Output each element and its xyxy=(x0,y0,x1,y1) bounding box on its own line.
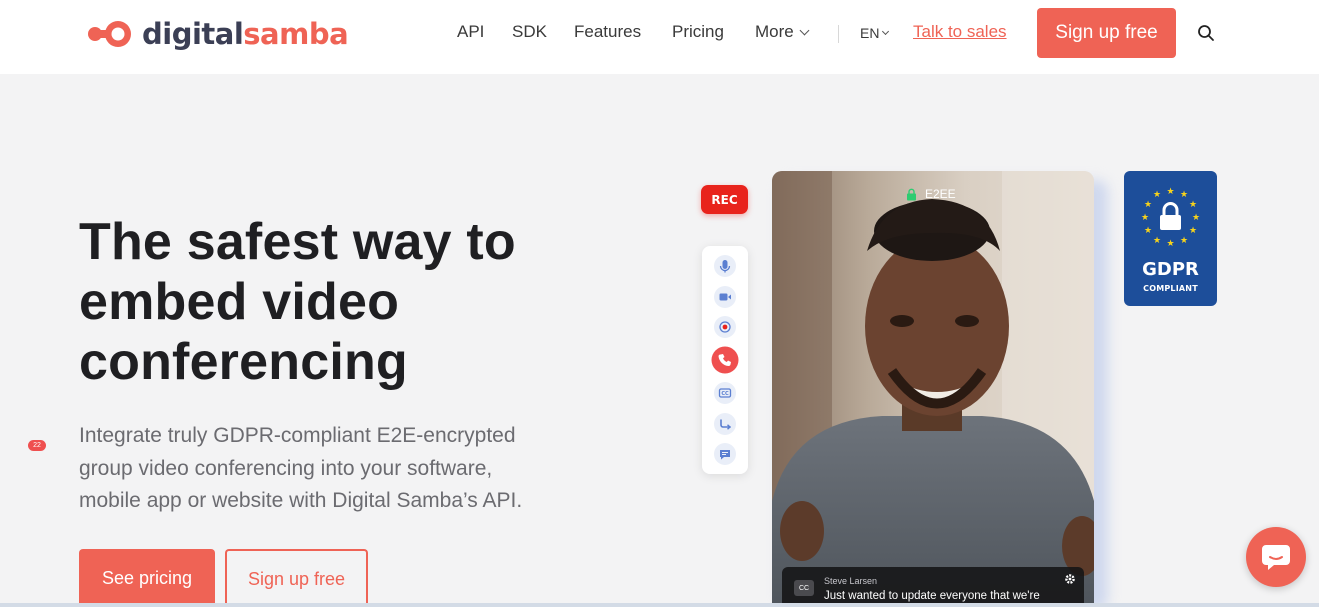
hero-title-line: The safest way to xyxy=(79,213,516,271)
gdpr-badge: ★ ★ ★ ★ ★ ★ ★ ★ ★ ★ ★ ★ GDPR COMPLIANT xyxy=(1124,171,1217,306)
chat-icon[interactable] xyxy=(713,442,737,466)
nav-pricing[interactable]: Pricing xyxy=(672,22,724,42)
taskbar-edge xyxy=(0,603,1319,607)
hero-title: The safest way to embed video conferenci… xyxy=(79,212,639,392)
chevron-down-icon xyxy=(882,27,890,36)
see-pricing-button[interactable]: See pricing xyxy=(79,549,215,607)
captions-icon[interactable]: CC xyxy=(713,381,737,405)
svg-text:★: ★ xyxy=(1180,190,1188,200)
svg-text:★: ★ xyxy=(1166,187,1174,197)
cc-icon: CC xyxy=(794,580,814,596)
nav-sdk[interactable]: SDK xyxy=(512,22,547,42)
logo-mark-icon xyxy=(88,21,131,47)
e2ee-indicator: E2EE xyxy=(906,187,956,201)
svg-text:★: ★ xyxy=(1144,200,1152,210)
chevron-down-icon xyxy=(799,25,810,35)
logo[interactable]: digitalsamba xyxy=(86,14,349,54)
svg-text:★: ★ xyxy=(1166,239,1174,249)
gear-icon[interactable] xyxy=(1064,573,1076,585)
eu-stars-lock-icon: ★ ★ ★ ★ ★ ★ ★ ★ ★ ★ ★ ★ xyxy=(1141,187,1200,249)
nav-more[interactable]: More xyxy=(755,22,810,42)
caption-speaker: Steve Larsen xyxy=(824,576,878,586)
gdpr-title: GDPR xyxy=(1142,259,1199,280)
chat-unread-badge: 22 xyxy=(28,440,46,451)
svg-text:★: ★ xyxy=(1189,200,1197,210)
logo-text: digitalsamba xyxy=(142,17,349,51)
live-caption: CC Steve Larsen Just wanted to update ev… xyxy=(782,567,1084,607)
record-icon[interactable] xyxy=(713,315,737,339)
support-chat-button[interactable] xyxy=(1246,527,1306,587)
e2ee-label: E2EE xyxy=(925,187,956,201)
svg-text:★: ★ xyxy=(1189,226,1197,236)
video-tile: E2EE CC Steve Larsen Just wanted to upda… xyxy=(772,171,1094,607)
hero-subtitle: Integrate truly GDPR-compliant E2E-encry… xyxy=(79,424,523,512)
camera-icon[interactable] xyxy=(713,285,737,309)
search-icon[interactable] xyxy=(1197,24,1215,42)
hero-title-line: conferencing xyxy=(79,333,408,391)
signup-button-header[interactable]: Sign up free xyxy=(1037,8,1176,58)
lock-icon xyxy=(907,188,916,200)
chat-bubble-icon xyxy=(1262,545,1290,570)
participant-video-image xyxy=(772,171,1094,607)
svg-text:★: ★ xyxy=(1153,236,1161,246)
caption-text: Just wanted to update everyone that we'r… xyxy=(824,590,1040,602)
microphone-icon[interactable] xyxy=(713,254,737,278)
language-label: EN xyxy=(860,25,880,41)
nav-divider xyxy=(838,25,839,43)
call-toolbar: CC xyxy=(702,246,748,474)
end-call-icon[interactable] xyxy=(711,346,739,374)
nav-api[interactable]: API xyxy=(457,22,484,42)
gdpr-subtitle: COMPLIANT xyxy=(1143,284,1198,293)
talk-to-sales-link[interactable]: Talk to sales xyxy=(913,22,1007,42)
language-selector[interactable]: EN xyxy=(860,25,890,41)
logo-text-digital: digital xyxy=(142,17,244,51)
svg-text:★: ★ xyxy=(1144,226,1152,236)
svg-text:★: ★ xyxy=(1180,236,1188,246)
participants-icon[interactable] xyxy=(713,412,737,436)
hero-title-line: embed video xyxy=(79,273,400,331)
signup-button-hero[interactable]: Sign up free xyxy=(225,549,368,607)
nav-features[interactable]: Features xyxy=(574,22,641,42)
svg-text:★: ★ xyxy=(1192,213,1200,223)
site-header: digitalsamba API SDK Features Pricing Mo… xyxy=(0,0,1319,74)
svg-text:★: ★ xyxy=(1153,190,1161,200)
rec-badge: REC xyxy=(701,185,748,214)
nav-more-label: More xyxy=(755,22,794,41)
svg-text:★: ★ xyxy=(1141,213,1149,223)
svg-text:CC: CC xyxy=(721,391,729,397)
logo-text-samba: samba xyxy=(243,17,349,51)
